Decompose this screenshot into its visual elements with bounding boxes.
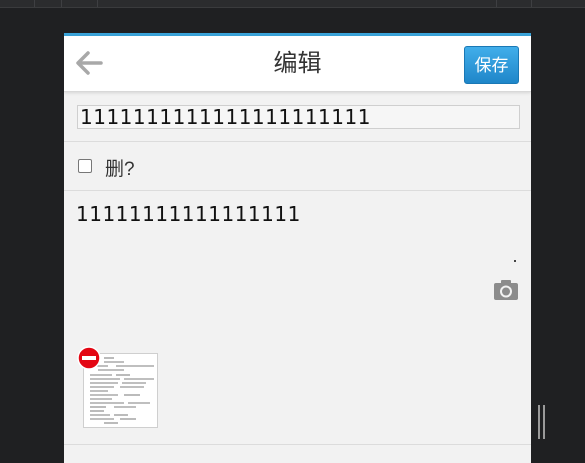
remove-attachment-button[interactable] xyxy=(77,346,101,370)
topbar-divider xyxy=(34,0,35,7)
delete-label: 删? xyxy=(105,159,135,180)
scrollbar-handle[interactable] xyxy=(538,405,547,439)
camera-icon xyxy=(494,280,518,300)
title-input[interactable]: 1111111111111111111111 xyxy=(77,105,520,129)
topbar-divider xyxy=(496,0,497,7)
topbar-divider xyxy=(61,0,62,7)
grip-line xyxy=(543,405,545,439)
camera-button[interactable] xyxy=(493,279,519,301)
minus-circle-icon xyxy=(77,346,101,370)
app-header: 编辑 保存 xyxy=(64,36,531,92)
delete-checkbox[interactable] xyxy=(78,159,92,173)
topbar-divider xyxy=(531,0,532,7)
save-button[interactable]: 保存 xyxy=(464,46,519,84)
mobile-preview: 编辑 保存 1111111111111111111111 删? 11111111… xyxy=(64,33,531,463)
delete-row: 删? xyxy=(64,142,531,191)
arrow-left-icon xyxy=(76,51,103,75)
back-button[interactable] xyxy=(74,50,104,76)
content-textarea[interactable]: 11111111111111111 xyxy=(64,191,531,445)
title-row: 1111111111111111111111 xyxy=(64,92,531,142)
text-caret xyxy=(514,260,516,262)
editor-topbar xyxy=(0,0,585,8)
topbar-divider xyxy=(97,0,98,7)
page-title: 编辑 xyxy=(273,50,322,77)
content-text: 11111111111111111 xyxy=(76,202,301,226)
grip-line xyxy=(538,405,540,439)
